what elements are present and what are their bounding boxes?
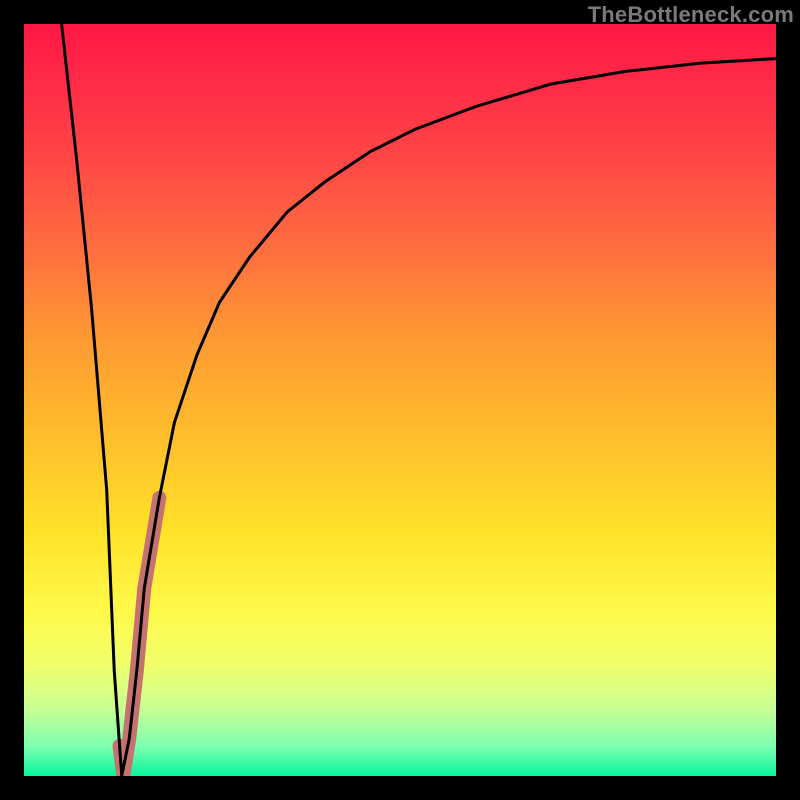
watermark-text: TheBottleneck.com	[588, 2, 794, 28]
chart-frame: TheBottleneck.com	[0, 0, 800, 800]
v-curve	[62, 24, 776, 776]
chart-plot-area	[24, 24, 776, 776]
chart-svg	[24, 24, 776, 776]
